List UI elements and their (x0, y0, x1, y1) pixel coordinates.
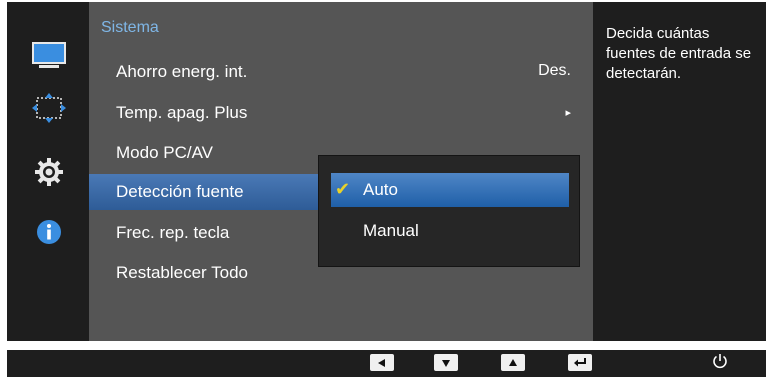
enter-button[interactable] (568, 354, 592, 371)
option-manual[interactable]: Manual (331, 214, 569, 248)
onscreen-display-icon[interactable] (27, 90, 71, 126)
menu-item-value: Des. (538, 62, 571, 79)
gear-icon[interactable] (27, 154, 71, 190)
menu-item-label: Restablecer Todo (116, 263, 248, 282)
menu-item-temp-apag-plus[interactable]: Temp. apag. Plus ▸ (89, 95, 593, 131)
menu-item-ahorro-energ[interactable]: Ahorro energ. int. Des. (89, 54, 593, 90)
menu-title: Sistema (101, 19, 159, 36)
enter-icon (574, 358, 586, 367)
menu-item-label: Modo PC/AV (116, 143, 214, 162)
power-button[interactable] (708, 352, 732, 374)
checkmark-icon: ✔ (335, 179, 351, 199)
info-icon[interactable] (27, 214, 71, 250)
picture-icon[interactable] (27, 38, 71, 74)
option-label: Manual (363, 221, 419, 240)
menu-item-deteccion-fuente[interactable]: Detección fuente (89, 174, 319, 210)
button-bar (7, 350, 766, 377)
help-text: Decida cuántas fuentes de entrada se det… (606, 25, 752, 82)
menu-item-label: Frec. rep. tecla (116, 223, 230, 242)
down-arrow-icon (442, 359, 450, 367)
menu-item-label: Detección fuente (116, 182, 244, 201)
left-arrow-icon (378, 358, 385, 367)
option-auto[interactable]: ✔ Auto (331, 173, 569, 207)
menu-item-label: Ahorro energ. int. (116, 62, 248, 81)
up-arrow-button[interactable] (501, 354, 525, 371)
down-arrow-button[interactable] (434, 354, 458, 371)
power-icon (713, 354, 727, 369)
help-panel: Decida cuántas fuentes de entrada se det… (596, 2, 766, 341)
menu-item-label: Temp. apag. Plus (116, 103, 248, 122)
source-detection-submenu: ✔ Auto Manual (318, 155, 580, 267)
up-arrow-icon (509, 358, 517, 366)
option-label: Auto (363, 180, 398, 199)
chevron-right-icon: ▸ (565, 107, 571, 119)
left-arrow-button[interactable] (370, 354, 394, 371)
sidebar (7, 2, 89, 341)
